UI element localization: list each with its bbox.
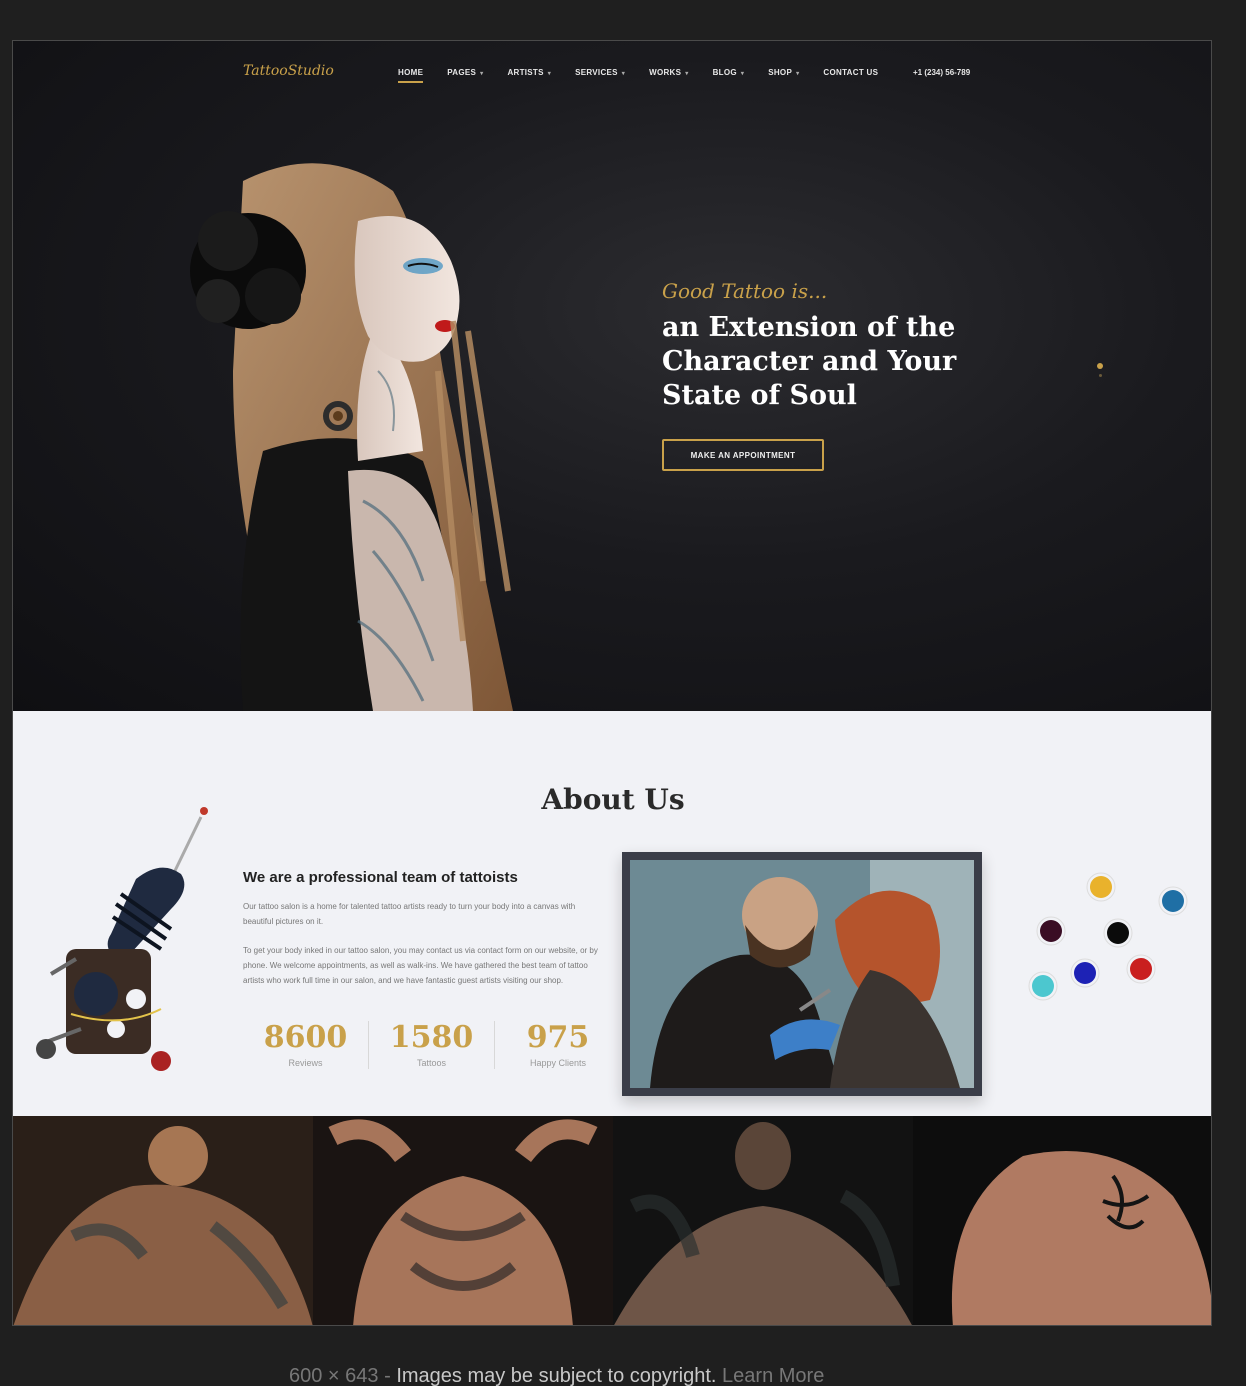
stat-reviews: 8600 Reviews	[243, 1021, 369, 1069]
image-caption: 600 × 643 - Images may be subject to cop…	[289, 1365, 824, 1386]
stat-value: 8600	[263, 1020, 348, 1055]
main-nav: HOME PAGES ▾ ARTISTS ▾ SERVICES ▾ WORKS ▾ BL…	[398, 68, 902, 83]
hero-kicker: Good Tattoo is...	[662, 279, 828, 303]
gallery-image-2[interactable]	[313, 1116, 613, 1326]
stat-value: 975	[526, 1020, 590, 1055]
slider-dot-active[interactable]	[1097, 363, 1103, 369]
headline-line: an Extension of the	[662, 312, 956, 343]
image-dimensions: 600 × 643	[289, 1365, 379, 1386]
screenshot-preview[interactable]: TattooStudio HOME PAGES ▾ ARTISTS ▾ SERVIC…	[12, 40, 1212, 1326]
chevron-down-icon: ▾	[740, 71, 745, 77]
nav-item-pages[interactable]: PAGES ▾	[447, 68, 483, 77]
stat-value: 1580	[389, 1020, 474, 1055]
nav-item-services[interactable]: SERVICES ▾	[575, 68, 625, 77]
copyright-notice: Images may be subject to copyright.	[396, 1365, 717, 1386]
headline-line: State of Soul	[662, 380, 857, 411]
phone-number[interactable]: +1 (234) 56-789	[913, 68, 970, 77]
chevron-down-icon: ▾	[547, 71, 552, 77]
hero-section: TattooStudio HOME PAGES ▾ ARTISTS ▾ SERVIC…	[13, 41, 1211, 711]
about-photo-frame	[622, 852, 982, 1096]
about-paragraph: Our tattoo salon is a home for talented …	[243, 902, 576, 926]
nav-item-shop[interactable]: SHOP ▾	[768, 68, 799, 77]
site-logo[interactable]: TattooStudio	[243, 63, 334, 79]
gallery-strip	[13, 1116, 1212, 1326]
nav-item-blog[interactable]: BLOG ▾	[713, 68, 745, 77]
stat-label: Reviews	[288, 1058, 323, 1068]
gallery-image-1[interactable]	[13, 1116, 313, 1326]
stat-happy-clients: 975 Happy Clients	[495, 1021, 621, 1069]
caption-separator: -	[384, 1365, 391, 1386]
tattoo-machine-image	[36, 807, 208, 1071]
make-appointment-button[interactable]: MAKE AN APPOINTMENT	[662, 439, 824, 471]
hero-woman-image	[190, 163, 513, 711]
slider-dot[interactable]	[1098, 374, 1102, 377]
hero-headline: an Extension of the Character and Your S…	[662, 311, 992, 413]
stat-tattoos: 1580 Tattoos	[369, 1021, 495, 1069]
tattoo-artist-photo	[630, 860, 974, 1088]
headline-line: Character and Your	[662, 346, 957, 377]
nav-item-works[interactable]: WORKS ▾	[649, 68, 688, 77]
chevron-down-icon: ▾	[685, 71, 689, 77]
stat-label: Tattoos	[416, 1058, 447, 1068]
gallery-image-3[interactable]	[613, 1116, 913, 1326]
about-section: About Us We are a professional team of t…	[13, 711, 1211, 1116]
nav-item-home[interactable]: HOME	[398, 68, 424, 83]
stats-row: 8600 Reviews 1580 Tattoos 975 Happy Clie…	[243, 1021, 621, 1069]
stat-label: Happy Clients	[529, 1058, 587, 1068]
ink-caps-image	[1028, 872, 1188, 1001]
nav-item-artists[interactable]: ARTISTS ▾	[507, 68, 551, 77]
nav-item-contact-us[interactable]: CONTACT US	[823, 68, 878, 77]
learn-more-link[interactable]: Learn More	[722, 1365, 824, 1386]
about-subtitle: We are a professional team of tattoists	[243, 869, 518, 886]
chevron-down-icon: ▾	[621, 71, 626, 77]
chevron-down-icon: ▾	[796, 71, 800, 77]
gallery-image-4[interactable]	[913, 1116, 1212, 1326]
about-paragraph: To get your body inked in our tattoo sal…	[243, 946, 598, 985]
slider-pagination	[1097, 363, 1103, 377]
chevron-down-icon: ▾	[480, 71, 484, 77]
